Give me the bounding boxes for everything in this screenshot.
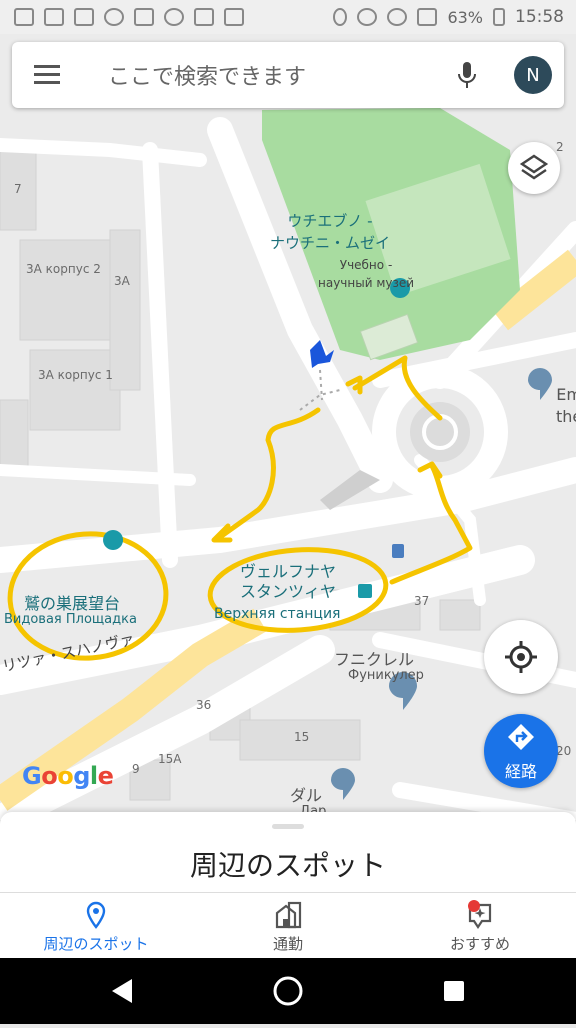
- building-label: 37: [414, 594, 430, 608]
- building-label: 9: [132, 762, 140, 776]
- map-label-museum-ru[interactable]: Учебно - научный музей: [318, 256, 414, 292]
- building-label: 7: [14, 182, 22, 196]
- app-s-icon: [134, 8, 154, 26]
- building-label: 15А: [158, 752, 182, 766]
- clock: 15:58: [515, 7, 564, 27]
- commute-icon: [275, 901, 302, 929]
- building-label: 3А корпус 2: [26, 262, 101, 276]
- nav-commute[interactable]: 通勤: [192, 893, 384, 959]
- recents-icon[interactable]: [444, 981, 464, 1001]
- layers-button[interactable]: [508, 142, 560, 194]
- route-button[interactable]: 経路: [484, 714, 558, 788]
- nav-commute-label: 通勤: [272, 935, 303, 953]
- avatar[interactable]: N: [514, 56, 552, 94]
- map-label-funicular-ja[interactable]: フニクレル: [334, 646, 414, 670]
- dnd-icon: [164, 8, 184, 26]
- map-label-funicular-ru[interactable]: Фуникулер: [348, 668, 424, 683]
- search-bar[interactable]: ここで検索できます N: [12, 42, 564, 108]
- battery-percent: 63%: [447, 7, 483, 27]
- building-label: 36: [196, 698, 212, 712]
- search-input[interactable]: ここで検索できます: [108, 59, 306, 91]
- nav-for-you[interactable]: おすすめ: [384, 893, 576, 959]
- back-icon[interactable]: [112, 979, 132, 1003]
- map-label-station-ja[interactable]: ヴェルフナヤ スタンツィヤ: [240, 562, 336, 602]
- crosshair-icon: [505, 641, 537, 673]
- gmail-icon: [74, 8, 94, 26]
- nav-explore-label: 周辺のスポット: [43, 935, 149, 953]
- building-label: 15: [294, 730, 310, 744]
- windows-icon: [224, 8, 244, 26]
- my-location-button[interactable]: [484, 620, 558, 694]
- map-label-emth[interactable]: Em the: [556, 384, 576, 428]
- sheet-title: 周辺のスポット: [189, 849, 386, 882]
- home-icon[interactable]: [273, 976, 303, 1006]
- layers-icon: [519, 154, 549, 180]
- mail-icon: [44, 8, 64, 26]
- building-label: 3А корпус 1: [38, 368, 113, 382]
- status-bar: 63% 15:58: [0, 0, 576, 34]
- map-label-viewpoint-ja[interactable]: 鷲の巣展望台: [24, 590, 120, 614]
- nav-for-you-label: おすすめ: [449, 935, 510, 953]
- image-icon: [194, 8, 214, 26]
- map-label-viewpoint-ru[interactable]: Видовая Площадка: [4, 612, 137, 627]
- system-nav-bar: [0, 958, 576, 1024]
- map-label-museum-ja[interactable]: ウチエブノ - ナウチニ・ムゼイ: [270, 210, 390, 254]
- nav-explore[interactable]: 周辺のスポット: [0, 893, 192, 959]
- battery-icon: [493, 8, 505, 26]
- bottom-nav: 周辺のスポット 通勤 おすすめ: [0, 892, 576, 959]
- building-label: 20: [556, 744, 572, 758]
- wifi-icon: [387, 8, 408, 26]
- signal-icon: [417, 8, 438, 26]
- building-label: 3А: [114, 274, 130, 288]
- alarm-icon: [357, 8, 378, 26]
- map-view[interactable]: ウチエブノ - ナウチニ・ムゼイ Учебно - научный музей …: [0, 0, 576, 820]
- map-label-station-ru[interactable]: Верхняя станция: [214, 606, 340, 622]
- directions-icon: [508, 724, 534, 750]
- notification-dot: [468, 900, 480, 912]
- map-canvas: [0, 0, 576, 820]
- notification-icon: [14, 8, 34, 26]
- bottom-sheet[interactable]: 周辺のスポット: [0, 812, 576, 892]
- route-label: 経路: [504, 762, 537, 781]
- pin-icon: [86, 901, 106, 929]
- location-icon: [333, 8, 348, 26]
- sheet-handle[interactable]: [272, 824, 304, 829]
- menu-icon[interactable]: [34, 65, 62, 85]
- map-label-dal-ja[interactable]: ダル: [290, 782, 322, 806]
- pokeball-icon: [104, 8, 124, 26]
- google-logo: Google: [22, 762, 114, 790]
- microphone-icon[interactable]: [458, 62, 476, 88]
